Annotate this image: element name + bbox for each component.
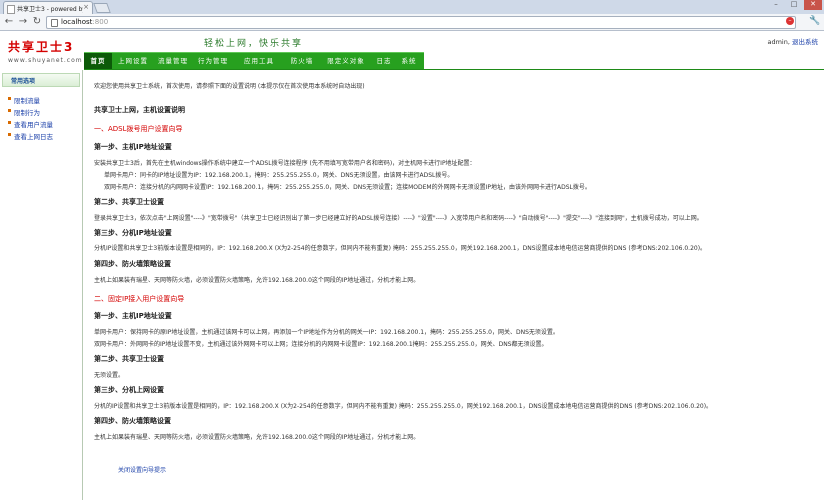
stop-icon[interactable]: – [786,17,794,25]
bullet-icon [8,97,11,100]
sidebar-item-access-log[interactable]: 查看上网日志 [8,131,53,141]
fixed-step1-single-nic: 单网卡用户：保持网卡的原IP地址设置，主机通过该网卡可以上网，再添加一个IP地址… [94,329,559,336]
wrench-icon[interactable]: 🔧 [809,16,820,26]
sidebar-item-user-traffic[interactable]: 查看用户流量 [8,119,53,129]
nav-tools[interactable]: 应用工具 [234,53,284,69]
nav-log[interactable]: 日志 [374,53,394,69]
nav-traffic[interactable]: 流量管理 [154,53,192,69]
site-slogan: 轻松上网，快乐共享 [204,39,304,49]
forward-arrow-icon[interactable]: → [17,16,29,28]
bullet-icon [8,109,11,112]
back-arrow-icon[interactable]: ← [3,16,15,28]
fixed-step1-dual-nic: 双网卡用户：外网网卡的IP地址设置不变，主机通过该外网网卡可以上网；连接分机的内… [94,341,548,348]
nav-behavior[interactable]: 行为管理 [194,53,232,69]
sidebar-header: 常用选项 [2,73,80,87]
page-icon [51,19,58,27]
window-maximize-button[interactable]: □ [786,0,802,10]
adsl-step4-title: 第四步、防火墙策略设置 [94,260,171,268]
adsl-step1-single-nic: 单网卡用户：同卡的IP地址设置为IP：192.168.200.1，掩码：255.… [104,172,454,179]
welcome-text: 欢迎您使用共享卫士系统，首次使用，请参照下面的设置说明 (本提示仅在首次使用本系… [94,83,365,90]
main-title: 共享卫士上网，主机设置说明 [94,106,185,114]
username: admin, [767,38,790,46]
sidebar-divider [82,70,83,500]
bullet-icon [8,133,11,136]
adsl-step1-text: 安装共享卫士3后，首先在主机windows操作系统中建立一个ADSL拨号连接程序… [94,160,476,167]
section-adsl-title: 一、ADSL拨号用户设置向导 [94,125,183,133]
site-logo: 共享卫士3 [8,40,75,54]
adsl-step2-text: 登录共享卫士3，依次点击"上网设置"----》"宽带拨号"（共享卫士已经识别出了… [94,215,703,222]
browser-tab-strip: 共享卫士3 - powered by × – □ ✕ [0,0,824,15]
adsl-step1-title: 第一步、主机IP地址设置 [94,143,172,151]
close-wizard-link[interactable]: 关闭设置向导提示 [118,465,166,474]
user-area: admin, 退出系统 [767,36,818,46]
page-favicon-icon [7,5,15,14]
section-fixed-ip-title: 二、固定IP接入用户设置向导 [94,295,185,303]
sidebar-item-limit-behavior[interactable]: 限制行为 [8,107,40,117]
fixed-step4-text: 主机上如果装有瑞星、天网等防火墙，必须设置防火墙策略，允许192.168.200… [94,434,420,441]
bullet-icon [8,121,11,124]
fixed-step4-title: 第四步、防火墙策略设置 [94,417,171,425]
logout-link[interactable]: 退出系统 [792,38,818,46]
tab-title: 共享卫士3 - powered by [17,6,83,13]
nav-objects[interactable]: 限定义对象 [320,53,372,69]
fixed-step2-text: 无须设置。 [94,372,125,379]
adsl-step3-text: 分机IP设置和共享卫士3前版本设置是相同的，IP：192.168.200.X (… [94,245,707,252]
browser-toolbar: ← → ↻ localhost:800 [0,14,824,31]
reload-icon[interactable]: ↻ [31,16,43,28]
fixed-step1-title: 第一步、主机IP地址设置 [94,312,172,320]
fixed-step3-title: 第三步、分机上网设置 [94,386,164,394]
sidebar-item-limit-traffic[interactable]: 限制流量 [8,95,40,105]
window-minimize-button[interactable]: – [768,0,784,10]
new-tab-button[interactable] [93,3,111,13]
main-nav: 首页 上网设置 流量管理 行为管理 应用工具 防火墙 限定义对象 日志 系统 [84,52,424,69]
fixed-step2-title: 第二步、共享卫士设置 [94,355,164,363]
adsl-step3-title: 第三步、分机IP地址设置 [94,229,172,237]
browser-tab[interactable]: 共享卫士3 - powered by × [3,1,93,15]
adsl-step2-title: 第二步、共享卫士设置 [94,198,164,206]
address-text: localhost:800 [61,18,109,26]
window-close-button[interactable]: ✕ [804,0,822,10]
nav-home[interactable]: 首页 [84,53,112,69]
site-url-label: www.shuyanet.com [8,57,83,64]
adsl-step1-dual-nic: 双网卡用户：连接分机的内网网卡设置IP：192.168.200.1，掩码：255… [104,184,591,191]
sidebar-title: 常用选项 [11,78,36,85]
nav-system[interactable]: 系统 [396,53,422,69]
nav-firewall[interactable]: 防火墙 [286,53,318,69]
adsl-step4-text: 主机上如果装有瑞星、天网等防火墙，必须设置防火墙策略，允许192.168.200… [94,277,420,284]
address-bar[interactable]: localhost:800 [46,16,796,29]
fixed-step3-text: 分机的IP设置和共享卫士3前版本设置是相同的，IP：192.168.200.X … [94,403,713,410]
nav-divider [84,69,824,70]
nav-internet-settings[interactable]: 上网设置 [114,53,152,69]
tab-close-icon[interactable]: × [83,3,89,11]
